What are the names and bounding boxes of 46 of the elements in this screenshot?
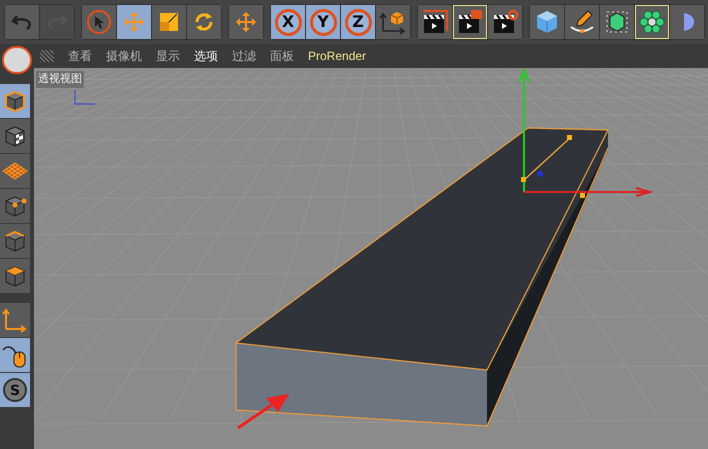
move-gizmo[interactable] — [518, 68, 654, 198]
viewport-label: 透视视图 — [36, 71, 84, 88]
menu-item[interactable]: 过滤 — [232, 47, 256, 65]
menu-item[interactable]: 查看 — [68, 47, 92, 65]
mode-button[interactable]: S — [0, 373, 30, 407]
tool-button[interactable] — [600, 5, 634, 39]
mode-button[interactable] — [0, 189, 30, 223]
mode-button[interactable] — [0, 338, 30, 372]
axis-icon — [2, 307, 28, 333]
move-icon — [122, 10, 146, 34]
undo-icon — [11, 13, 33, 31]
axis-toggle[interactable]: Y — [306, 5, 340, 39]
cube-icon — [2, 88, 28, 114]
clapperboard-icon — [456, 9, 484, 35]
clapperboard-icon — [421, 9, 449, 35]
axis-toggle[interactable]: X — [271, 5, 305, 39]
move-icon — [234, 10, 258, 34]
menu-item[interactable]: 显示 — [156, 47, 180, 65]
mode-button[interactable] — [0, 119, 30, 153]
tool-button[interactable] — [488, 5, 522, 39]
cube-icon — [535, 9, 559, 35]
tool-button[interactable] — [453, 5, 487, 39]
cursor-icon — [86, 9, 112, 35]
clapperboard-icon — [491, 9, 519, 35]
grip-icon — [40, 50, 54, 62]
tool-button[interactable] — [376, 5, 410, 39]
mode-button[interactable] — [0, 224, 30, 258]
cloner-icon — [639, 9, 665, 35]
mode-button[interactable] — [0, 259, 30, 293]
tool-button[interactable] — [565, 5, 599, 39]
menu-item[interactable]: 摄像机 — [106, 47, 142, 65]
menu-item[interactable]: ProRender — [308, 47, 366, 65]
box-model[interactable] — [235, 127, 609, 427]
axis-indicator-icon — [74, 90, 96, 104]
coordinate-axes-icon — [379, 9, 407, 35]
subdivision-cube-icon — [604, 9, 630, 35]
scale-icon — [158, 11, 180, 33]
tool-button[interactable] — [418, 5, 452, 39]
pen-icon — [568, 9, 596, 35]
menu-item[interactable]: 面板 — [270, 47, 294, 65]
grid-plane-icon — [2, 161, 28, 181]
mode-button[interactable] — [0, 84, 30, 118]
snap-letter: S — [10, 383, 20, 399]
menu-item[interactable]: 选项 — [194, 47, 218, 65]
annotation-arrow — [237, 394, 289, 430]
axis-toggle[interactable]: Z — [341, 5, 375, 39]
